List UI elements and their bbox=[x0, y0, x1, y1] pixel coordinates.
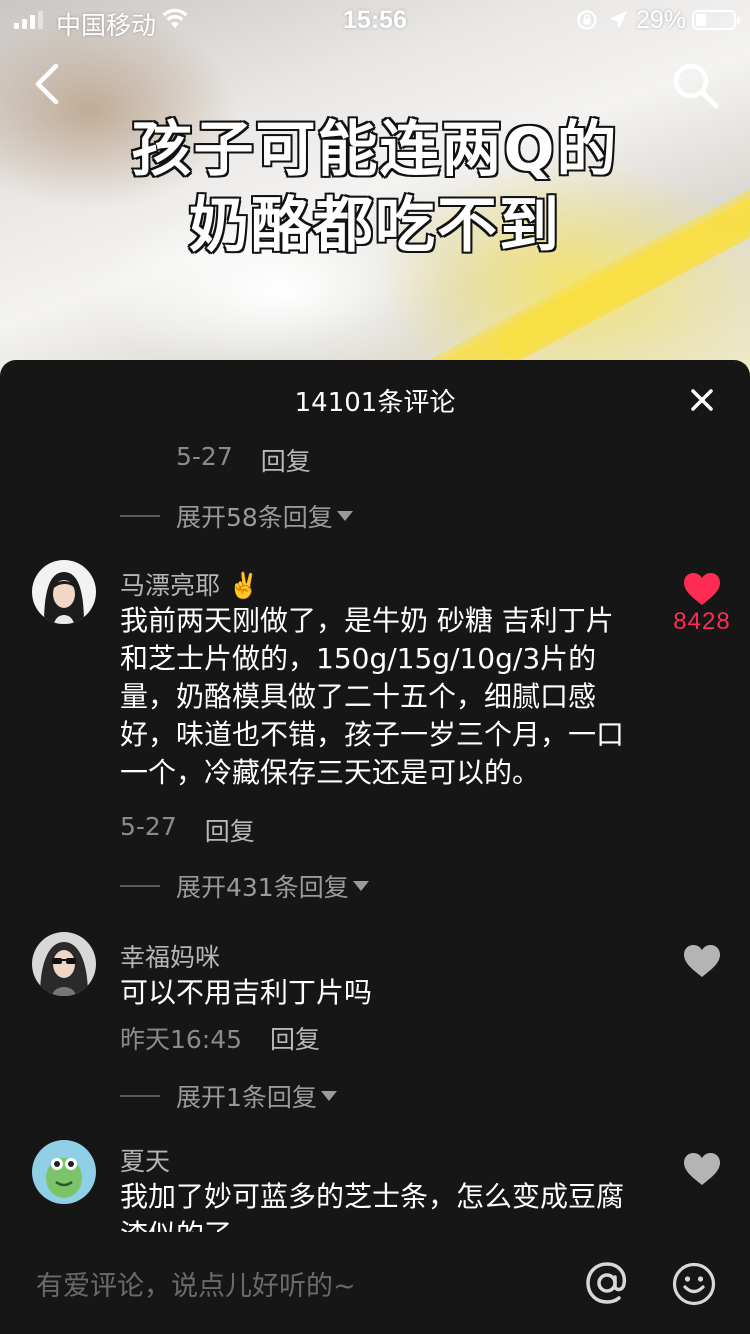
battery-fill bbox=[696, 14, 706, 26]
caret-down-icon bbox=[336, 511, 353, 521]
caret-down-icon bbox=[320, 1091, 337, 1101]
avatar[interactable] bbox=[32, 932, 96, 996]
battery-percent: 29% bbox=[636, 6, 687, 34]
search-icon[interactable] bbox=[670, 60, 722, 112]
comments-header: 14101条评论 bbox=[0, 360, 750, 440]
avatar[interactable] bbox=[32, 560, 96, 624]
comment-meta: 5-27 回复 bbox=[120, 812, 255, 848]
comment-input[interactable] bbox=[36, 1264, 556, 1308]
expand-replies-label: 展开1条回复 bbox=[176, 1083, 317, 1112]
divider-dash bbox=[120, 515, 160, 517]
comment-text: 我前两天刚做了，是牛奶 砂糖 吉利丁片和芝士片做的，150g/15g/10g/3… bbox=[120, 604, 625, 789]
rotation-lock-icon bbox=[577, 10, 597, 30]
reply-button[interactable]: 回复 bbox=[261, 442, 311, 478]
comment-text: 我加了妙可蓝多的芝士条，怎么变成豆腐渣似的了 bbox=[120, 1180, 625, 1234]
comment-text: 可以不用吉利丁片吗 bbox=[120, 976, 373, 1009]
like-button[interactable] bbox=[664, 1152, 740, 1186]
comments-count-title: 14101条评论 bbox=[294, 388, 456, 418]
avatar[interactable] bbox=[32, 1140, 96, 1204]
video-caption: 孩子可能连两Q的 奶酪都吃不到 bbox=[0, 112, 750, 264]
emoji-icon[interactable] bbox=[672, 1262, 716, 1306]
video-caption-line: 孩子可能连两Q的 bbox=[130, 114, 619, 187]
back-arrow-icon[interactable] bbox=[28, 60, 68, 108]
reply-button[interactable]: 回复 bbox=[270, 1020, 320, 1056]
comment-date: 5-27 bbox=[120, 812, 177, 841]
comment-username[interactable]: 幸福妈咪 bbox=[120, 938, 220, 974]
close-icon[interactable] bbox=[684, 382, 720, 418]
comment-meta: 昨天16:45 回复 bbox=[120, 1020, 320, 1056]
heart-outline-icon bbox=[684, 1153, 720, 1185]
location-arrow-icon bbox=[609, 11, 627, 29]
expand-replies-button[interactable]: 展开431条回复 bbox=[120, 868, 369, 904]
reply-button[interactable]: 回复 bbox=[205, 812, 255, 848]
comment-input-bar bbox=[0, 1232, 750, 1334]
at-icon[interactable] bbox=[584, 1260, 630, 1306]
caret-down-icon bbox=[352, 881, 369, 891]
expand-replies-label: 展开431条回复 bbox=[176, 873, 349, 902]
comments-sheet: 14101条评论 5-27 回复 展开58条回复 马漂亮耶 ✌️ 我前两天刚做了… bbox=[0, 360, 750, 1334]
comment-date: 昨天16:45 bbox=[120, 1025, 243, 1054]
divider-dash bbox=[120, 885, 160, 887]
like-button[interactable]: 8428 bbox=[664, 572, 740, 636]
expand-replies-label: 展开58条回复 bbox=[176, 503, 333, 532]
status-bar: 中国移动 15:56 29% bbox=[0, 0, 750, 40]
expand-replies-button[interactable]: 展开1条回复 bbox=[120, 1078, 337, 1114]
heart-filled-icon bbox=[684, 573, 720, 605]
expand-replies-button[interactable]: 展开58条回复 bbox=[120, 498, 353, 534]
heart-outline-icon bbox=[684, 945, 720, 977]
comment-username[interactable]: 夏天 bbox=[120, 1142, 170, 1178]
divider-dash bbox=[120, 1095, 160, 1097]
comment-date: 5-27 bbox=[176, 442, 233, 471]
comment-meta: 5-27 回复 bbox=[176, 442, 311, 478]
battery-icon bbox=[692, 10, 740, 30]
comment-username[interactable]: 马漂亮耶 ✌️ bbox=[120, 566, 259, 602]
comments-list[interactable]: 5-27 回复 展开58条回复 马漂亮耶 ✌️ 我前两天刚做了，是牛奶 砂糖 吉… bbox=[0, 440, 750, 1234]
like-button[interactable] bbox=[664, 944, 740, 978]
video-caption-line: 奶酪都吃不到 bbox=[188, 190, 561, 263]
like-count: 8428 bbox=[673, 608, 731, 635]
